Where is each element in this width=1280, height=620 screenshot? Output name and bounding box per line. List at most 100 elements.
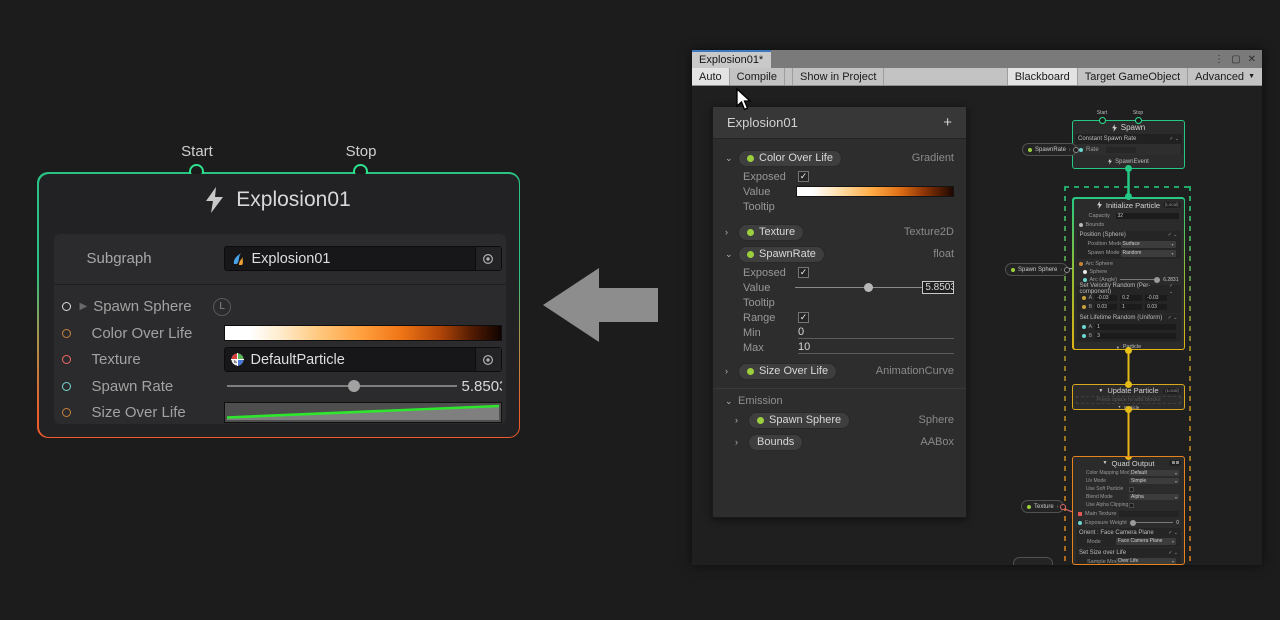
a-y-field[interactable]: 0.2 [1120,295,1142,301]
advanced-dropdown[interactable]: Advanced ▼ [1187,68,1262,85]
spawn-sphere-parameter-pill[interactable]: Spawn Sphere › [1005,263,1068,276]
arc-slider[interactable] [1120,279,1160,280]
target-gameobject-button[interactable]: Target GameObject [1077,68,1187,85]
range-checkbox[interactable]: ✓ [798,312,809,323]
add-property-button[interactable]: + [943,114,952,131]
a-z-field[interactable]: -0.03 [1145,295,1167,301]
initialize-particle-node[interactable]: Initialize Particle (Local) Capacity 32 … [1072,197,1185,350]
maximize-icon[interactable]: ▢ [1231,54,1240,65]
bounds-port[interactable] [1079,223,1083,227]
slider-handle[interactable] [1130,520,1136,526]
pill-output-port[interactable] [1073,147,1079,153]
property-pill[interactable]: Color Over Life [738,150,842,167]
exposed-checkbox[interactable]: ✓ [798,171,809,182]
value-number-field[interactable]: 5.85034 [922,281,954,294]
sphere-port[interactable] [1083,270,1087,274]
chevron-right-icon[interactable]: › [735,415,748,425]
spawn-rate-port[interactable] [62,382,71,391]
a-port[interactable] [1082,296,1086,300]
compile-button[interactable]: Compile [730,68,785,85]
spawnrate-parameter-pill[interactable]: SpawnRate › [1022,143,1077,156]
space-badge[interactable]: (Local) [1163,388,1181,394]
clipped-parameter-pill[interactable] [1013,557,1053,565]
alpha-clipping-checkbox[interactable] [1129,503,1134,508]
texture-port[interactable] [62,355,71,364]
property-pill[interactable]: Bounds [748,434,803,451]
exposure-port[interactable] [1078,521,1082,525]
property-pill[interactable]: Texture [738,224,804,241]
graph-canvas[interactable]: Explosion01 + ⌄ Color Over Life Gradient… [692,86,1262,565]
spawn-output-port[interactable] [1125,165,1132,172]
arc-sphere-port[interactable] [1079,262,1083,266]
auto-button[interactable]: Auto [692,68,730,85]
set-size-block[interactable]: Set Size over Life ✓ ⌄ Sample Mode Over … [1076,548,1181,565]
soft-particle-checkbox[interactable] [1129,487,1134,492]
slider-handle[interactable] [1154,277,1160,283]
b-port[interactable] [1082,334,1086,338]
kebab-menu-icon[interactable]: ⋮ [1214,54,1224,65]
b-x-field[interactable]: 0.03 [1095,304,1117,310]
object-picker-button[interactable] [475,247,501,270]
b-z-field[interactable]: 0.03 [1145,304,1167,310]
property-bounds[interactable]: › Bounds AABox [713,431,966,453]
chevron-right-icon[interactable]: › [725,227,738,237]
slider-handle[interactable] [864,283,873,292]
chevron-down-icon[interactable]: ⌄ [725,153,738,164]
property-pill[interactable]: Spawn Sphere [748,412,850,429]
b-y-field[interactable]: 1 [1120,304,1142,310]
lifetime-a-field[interactable]: 1 [1095,324,1175,330]
position-mode-dropdown[interactable]: Surface▾ [1121,241,1176,248]
subgraph-object-field[interactable]: Explosion01 [224,246,502,271]
block-toggle-icons[interactable]: ✓ ⌄ [1169,136,1179,142]
exposed-checkbox[interactable]: ✓ [798,267,809,278]
spawn-mode-dropdown[interactable]: Random▾ [1121,250,1176,257]
block-toggle-icons[interactable]: ✓ ⌄ [1168,530,1178,536]
spawn-rate-slider[interactable] [227,385,457,387]
update-particle-node[interactable]: ▼ Update Particle (Local) Press space to… [1072,384,1185,410]
pill-output-port[interactable] [1060,504,1066,510]
pill-output-port[interactable] [1064,267,1070,273]
set-velocity-block[interactable]: Set Velocity Random (Per-component) ✓ ⌄ … [1077,285,1181,313]
texture-parameter-pill[interactable]: Texture › [1021,500,1064,513]
main-texture-port[interactable] [1078,512,1082,516]
position-sphere-block[interactable]: Position (Sphere) ✓ ⌄ Position Mode Surf… [1077,231,1181,259]
lifetime-b-field[interactable]: 3 [1095,333,1175,339]
block-toggle-icons[interactable]: ✓ ⌄ [1168,315,1178,321]
uv-mode-dropdown[interactable]: Simple▾ [1129,478,1179,485]
exposure-value[interactable]: 0 [1176,520,1179,526]
color-mapping-dropdown[interactable]: Default▾ [1129,470,1179,477]
gradient-field[interactable] [224,325,502,341]
initialize-output-port[interactable] [1125,347,1132,354]
capacity-field[interactable]: 32 [1116,213,1179,219]
property-spawnrate[interactable]: ⌄ SpawnRate float [713,243,966,265]
curve-field[interactable] [224,402,502,423]
texture-object-field[interactable]: DefaultParticle [224,347,502,372]
blackboard-button[interactable]: Blackboard [1007,68,1077,85]
property-size-over-life[interactable]: › Size Over Life AnimationCurve [713,360,966,382]
exposure-slider[interactable] [1130,522,1173,523]
update-output-port[interactable] [1125,406,1132,413]
orient-mode-dropdown[interactable]: Face Camera Plane▾ [1116,538,1176,545]
set-lifetime-block[interactable]: Set Lifetime Random (Uniform) ✓ ⌄ A 1 B … [1077,314,1181,342]
add-blocks-placeholder[interactable]: Press space to add blocks [1076,396,1181,404]
property-color-over-life[interactable]: ⌄ Color Over Life Gradient [713,147,966,169]
rate-port[interactable] [1079,148,1083,152]
max-input[interactable]: 10 [798,341,954,354]
block-toggle-icons[interactable]: ✓ ⌄ [1168,550,1178,556]
texture-picker-button[interactable] [475,348,501,371]
row-spawn-sphere[interactable]: ▶ Spawn Sphere L [54,294,506,321]
quad-output-node[interactable]: ▼ Quad Output Color Mapping Mode Default… [1072,456,1185,565]
foldout-arrow-icon[interactable]: ▶ [80,301,88,312]
close-icon[interactable]: ✕ [1248,54,1256,65]
constant-spawn-rate-block[interactable]: Constant Spawn Rate ✓ ⌄ Rate [1075,134,1182,155]
show-in-project-button[interactable]: Show in Project [793,68,884,85]
size-over-life-port[interactable] [62,408,71,417]
sample-mode-dropdown[interactable]: Over Life▾ [1116,558,1176,565]
property-pill[interactable]: Size Over Life [738,363,837,380]
chevron-down-icon[interactable]: ⌄ [725,249,738,260]
slider-handle[interactable] [348,380,360,392]
spawn-sphere-port[interactable] [62,302,71,311]
initialize-input-port[interactable] [1125,193,1132,200]
chevron-down-icon[interactable]: ⌄ [725,396,738,407]
blend-mode-dropdown[interactable]: Alpha▾ [1129,494,1179,501]
